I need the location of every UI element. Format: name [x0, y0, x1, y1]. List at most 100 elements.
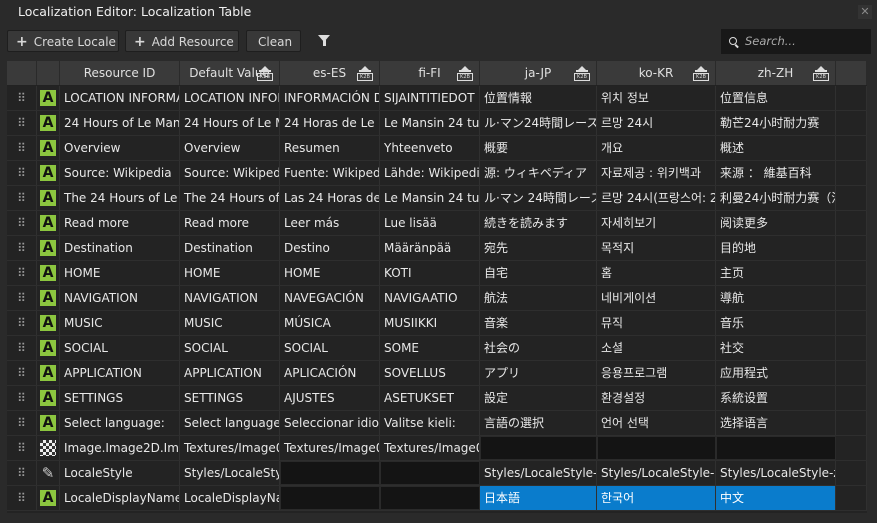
translation-cell[interactable]: 位置信息 — [716, 86, 836, 110]
drag-handle-icon[interactable]: ⠿ — [7, 461, 37, 485]
table-row[interactable]: ⠿ALocaleDisplayNameLocaleDisplayNam 日本語한국… — [7, 486, 867, 511]
translation-cell[interactable]: SETTINGS — [180, 386, 280, 410]
translation-cell[interactable]: Read more — [180, 211, 280, 235]
translation-cell[interactable]: 位置情報 — [480, 86, 597, 110]
translation-cell[interactable]: Lähde: Wikipedia — [380, 161, 480, 185]
translation-cell[interactable]: MUSIC — [180, 311, 280, 335]
translation-cell[interactable]: Styles/LocaleStyle — [180, 461, 280, 485]
import-k2b-icon[interactable]: K2B — [813, 66, 829, 81]
drag-handle-icon[interactable]: ⠿ — [7, 136, 37, 160]
translation-cell[interactable]: Fuente: Wikipedia — [280, 161, 380, 185]
import-k2b-icon[interactable]: K2B — [357, 66, 373, 81]
resource-id-cell[interactable]: Source: Wikipedia — [60, 161, 180, 185]
translation-cell[interactable]: KOTI — [380, 261, 480, 285]
drag-handle-icon[interactable]: ⠿ — [7, 386, 37, 410]
column-header[interactable]: fi-FI K2B — [380, 61, 480, 85]
translation-cell[interactable] — [380, 461, 480, 485]
translation-cell[interactable]: MUSIIKKI — [380, 311, 480, 335]
translation-cell[interactable]: 24 Horas de Le M — [280, 111, 380, 135]
drag-handle-icon[interactable]: ⠿ — [7, 86, 37, 110]
translation-cell[interactable]: 자료제공 : 위키백과 — [597, 161, 716, 185]
translation-cell[interactable] — [597, 436, 716, 460]
translation-cell[interactable]: HOME — [180, 261, 280, 285]
translation-cell[interactable]: Source: Wikipedia — [180, 161, 280, 185]
translation-cell[interactable]: 概述 — [716, 136, 836, 160]
column-header[interactable]: ja-JP K2B — [480, 61, 597, 85]
translation-cell[interactable] — [280, 486, 380, 510]
import-k2b-icon[interactable]: K2B — [574, 66, 590, 81]
translation-cell[interactable]: 中文 — [716, 486, 836, 510]
drag-handle-icon[interactable]: ⠿ — [7, 411, 37, 435]
translation-cell[interactable]: SOCIAL — [280, 336, 380, 360]
translation-cell[interactable]: Select language: — [180, 411, 280, 435]
drag-handle-icon[interactable]: ⠿ — [7, 311, 37, 335]
table-row[interactable]: ⠿ A NAVIGATION NAVIGATION NAVEGACIÓN NAVIGAAT… — [7, 286, 867, 311]
table-row[interactable]: ⠿ Image.Image2D.ImageTextures/Image01Text… — [7, 436, 867, 461]
drag-handle-icon[interactable]: ⠿ — [7, 161, 37, 185]
translation-cell[interactable]: 르망 24시(프랑스어: 2 — [597, 186, 716, 210]
table-row[interactable]: ⠿ A APPLICATION APPLICATION APLICACIÓN SOVELL… — [7, 361, 867, 386]
table-row[interactable]: ⠿ A The 24 Hours of Le M The 24 Hours of LL… — [7, 186, 867, 211]
table-row[interactable]: ⠿✎ LocaleStyleStyles/LocaleStyle Styles/Lo… — [7, 461, 867, 486]
translation-cell[interactable]: 阅读更多 — [716, 211, 836, 235]
column-header[interactable]: zh-ZH K2B — [716, 61, 836, 85]
translation-cell[interactable]: 音乐 — [716, 311, 836, 335]
translation-cell[interactable] — [716, 436, 836, 460]
translation-cell[interactable]: 設定 — [480, 386, 597, 410]
translation-cell[interactable]: 네비게이션 — [597, 286, 716, 310]
drag-handle-icon[interactable]: ⠿ — [7, 436, 37, 460]
resource-id-cell[interactable]: Select language: — [60, 411, 180, 435]
translation-cell[interactable]: APPLICATION — [180, 361, 280, 385]
translation-cell[interactable]: 언어 선택 — [597, 411, 716, 435]
translation-cell[interactable]: 宛先 — [480, 236, 597, 260]
translation-cell[interactable]: 導航 — [716, 286, 836, 310]
translation-cell[interactable]: Styles/LocaleStyle-zh — [716, 461, 836, 485]
resource-id-cell[interactable]: HOME — [60, 261, 180, 285]
translation-cell[interactable]: 言語の選択 — [480, 411, 597, 435]
search-input[interactable]: Search... — [721, 29, 871, 54]
close-icon[interactable]: ✕ — [858, 5, 872, 19]
translation-cell[interactable]: 환경설정 — [597, 386, 716, 410]
translation-cell[interactable]: Le Mansin 24 tunn — [380, 186, 480, 210]
resource-id-cell[interactable]: Image.Image2D.Image — [60, 436, 180, 460]
column-header[interactable]: es-ES K2B — [280, 61, 380, 85]
translation-cell[interactable]: 홈 — [597, 261, 716, 285]
translation-cell[interactable]: 한국어 — [597, 486, 716, 510]
translation-cell[interactable]: NAVIGATION — [180, 286, 280, 310]
translation-cell[interactable]: 概要 — [480, 136, 597, 160]
column-header[interactable]: ko-KR K2B — [597, 61, 716, 85]
translation-cell[interactable]: Textures/Image02 — [280, 436, 380, 460]
resource-id-cell[interactable]: Destination — [60, 236, 180, 260]
table-row[interactable]: ⠿ A Select language: Select language: Selecc… — [7, 411, 867, 436]
translation-cell[interactable]: NAVEGACIÓN — [280, 286, 380, 310]
translation-cell[interactable]: 24 Hours of Le Ma — [180, 111, 280, 135]
translation-cell[interactable]: SOME — [380, 336, 480, 360]
translation-cell[interactable]: Valitse kieli: — [380, 411, 480, 435]
translation-cell[interactable]: 日本語 — [480, 486, 597, 510]
table-row[interactable]: ⠿ A Destination Destination Destino Määränpää… — [7, 236, 867, 261]
table-row[interactable]: ⠿ASource: WikipediaSource: WikipediaFuen… — [7, 161, 867, 186]
translation-cell[interactable]: MÚSICA — [280, 311, 380, 335]
translation-cell[interactable]: 利曼24小时耐力赛（法 — [716, 186, 836, 210]
translation-cell[interactable]: 勒芒24小时耐力赛 — [716, 111, 836, 135]
table-row[interactable]: ⠿ A Overview Overview Resumen Yhteenveto 概要 개요 概… — [7, 136, 867, 161]
translation-cell[interactable]: 应用程式 — [716, 361, 836, 385]
translation-cell[interactable]: Destino — [280, 236, 380, 260]
translation-cell[interactable]: 主页 — [716, 261, 836, 285]
table-row[interactable]: ⠿ A SOCIAL SOCIAL SOCIAL SOME 社会の 소셜 社交 — [7, 336, 867, 361]
translation-cell[interactable]: HOME — [280, 261, 380, 285]
resource-id-cell[interactable]: LocaleStyle — [60, 461, 180, 485]
table-row[interactable]: ⠿ A SETTINGS SETTINGS AJUSTES ASETUKSET 設定 환경설정… — [7, 386, 867, 411]
translation-cell[interactable]: 위치 정보 — [597, 86, 716, 110]
translation-cell[interactable]: Styles/LocaleStyle-jp — [480, 461, 597, 485]
translation-cell[interactable]: 航法 — [480, 286, 597, 310]
table-row[interactable]: ⠿ A Read more Read more Leer más Lue lisää 続きを… — [7, 211, 867, 236]
translation-cell[interactable]: Textures/Image01 — [180, 436, 280, 460]
translation-cell[interactable]: SOVELLUS — [380, 361, 480, 385]
drag-handle-icon[interactable]: ⠿ — [7, 336, 37, 360]
translation-cell[interactable]: APLICACIÓN — [280, 361, 380, 385]
translation-cell[interactable]: 르망 24시 — [597, 111, 716, 135]
create-locale-button[interactable]: + Create Locale — [7, 30, 119, 52]
import-k2b-icon[interactable]: K2B — [693, 66, 709, 81]
translation-cell[interactable]: ル·マン24時間レース — [480, 111, 597, 135]
